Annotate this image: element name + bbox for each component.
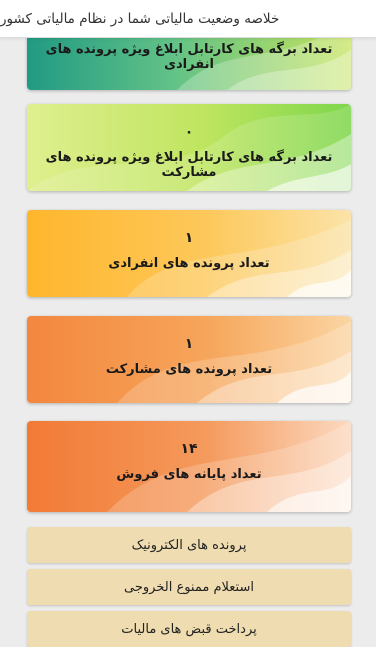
menu-item-pay-tax-bills[interactable]: پرداخت قبض های مالیات bbox=[27, 611, 351, 647]
card-label: تعداد برگه های کارتابل ابلاغ ویژه پرونده… bbox=[45, 150, 333, 180]
menu-item-label: استعلام ممنوع الخروجی bbox=[124, 579, 254, 595]
page-header: خلاصه وضعیت مالیاتی شما در نظام مالیاتی … bbox=[0, 0, 376, 38]
card-label: تعداد پرونده های مشارکت bbox=[105, 362, 273, 377]
card-value: ۱۴ bbox=[180, 441, 198, 457]
card-sales-terminals[interactable]: ۱۴ تعداد پایانه های فروش bbox=[27, 421, 351, 512]
page-title: خلاصه وضعیت مالیاتی شما در نظام مالیاتی … bbox=[0, 10, 280, 27]
card-individual-files[interactable]: ۱ تعداد پرونده های انفرادی bbox=[27, 210, 351, 297]
wave-decoration bbox=[127, 220, 351, 297]
card-label: تعداد برگه های کارتابل ابلاغ ویژه پرونده… bbox=[45, 42, 333, 72]
card-value: ۱ bbox=[184, 230, 194, 246]
card-partnership-files[interactable]: ۱ تعداد پرونده های مشارکت bbox=[27, 316, 351, 403]
menu-item-electronic-files[interactable]: پرونده های الکترونیک bbox=[27, 527, 351, 563]
card-label: تعداد پرونده های انفرادی bbox=[108, 256, 270, 271]
card-label: تعداد پایانه های فروش bbox=[116, 467, 262, 482]
wave-decoration bbox=[117, 321, 351, 403]
menu-item-label: پرداخت قبض های مالیات bbox=[121, 621, 257, 637]
menu-item-label: پرونده های الکترونیک bbox=[131, 537, 247, 553]
card-value: ۱ bbox=[184, 336, 194, 352]
menu-item-exit-ban-inquiry[interactable]: استعلام ممنوع الخروجی bbox=[27, 569, 351, 605]
card-value: ۰ bbox=[184, 124, 194, 140]
card-notification-partnership[interactable]: ۰ تعداد برگه های کارتابل ابلاغ ویژه پرون… bbox=[27, 104, 351, 191]
